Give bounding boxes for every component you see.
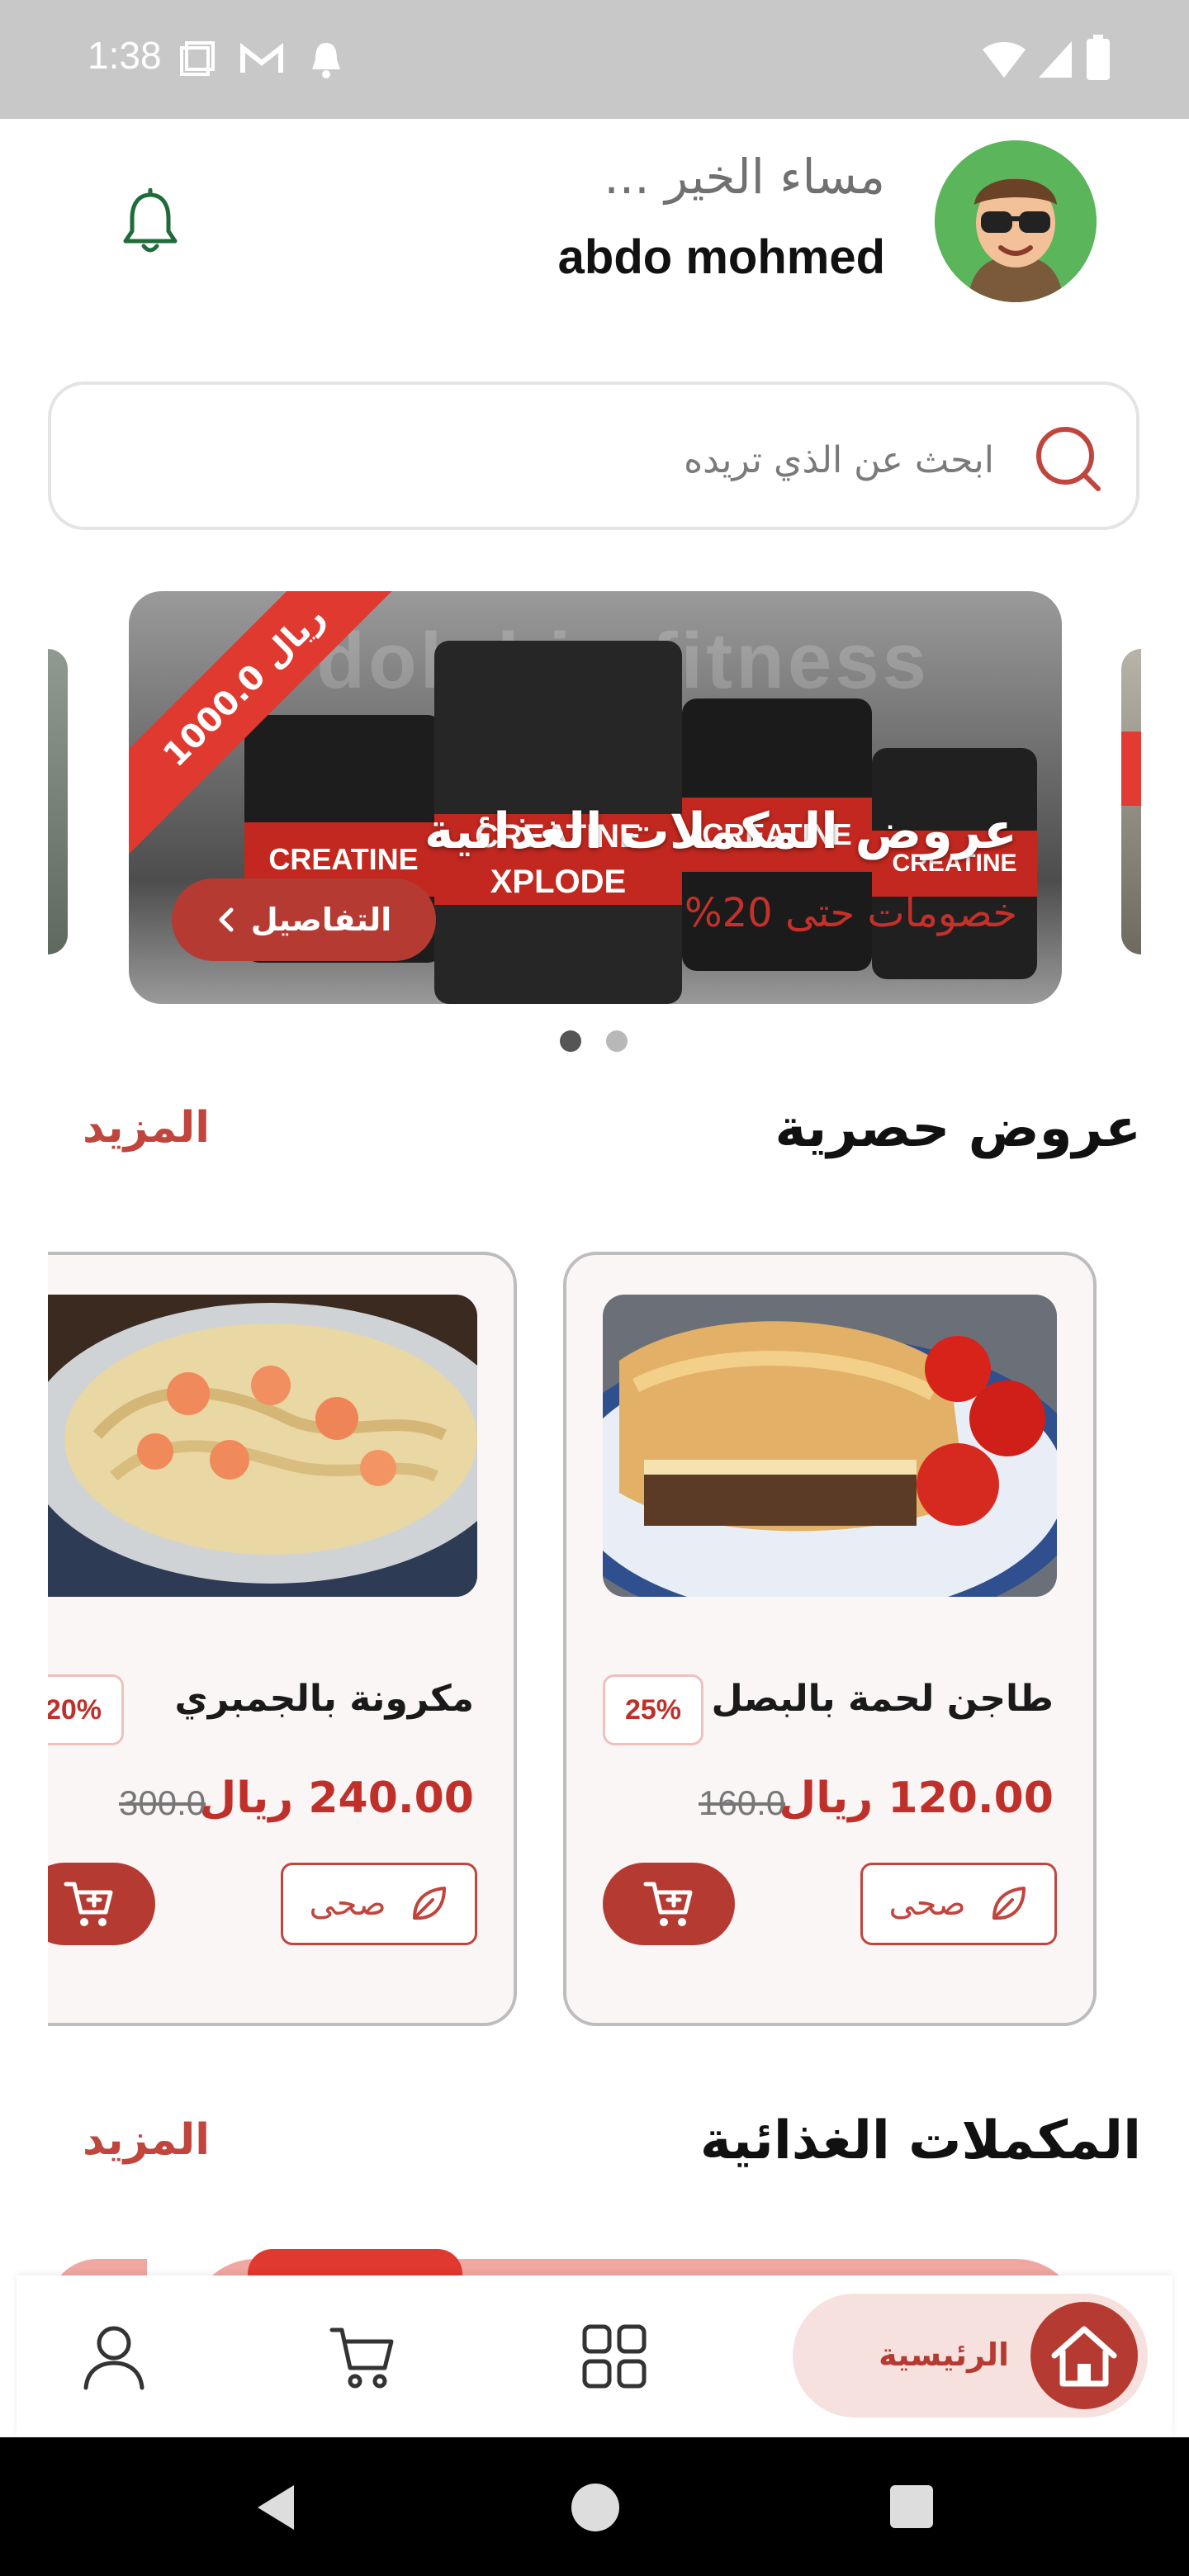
home-icon: [1051, 2326, 1117, 2387]
recents-icon[interactable]: [888, 2484, 935, 2530]
banner-prev-peek[interactable]: [48, 649, 68, 954]
alarm-icon: [312, 43, 340, 78]
product-old-price: 300.0: [119, 1783, 206, 1822]
product-card[interactable]: طاجن لحمة بالبصل 25% 120.00 ريال 160.0 ص…: [563, 1252, 1097, 2026]
banner-next-peek[interactable]: [1121, 649, 1141, 954]
section-title-exclusive-offers: عروض حصرية: [775, 1098, 1141, 1159]
leaf-icon: [412, 1887, 446, 1920]
bottom-nav: الرئيسية: [17, 2275, 1172, 2437]
search-bar[interactable]: [48, 381, 1139, 530]
more-link-supplements[interactable]: المزيد: [83, 2115, 210, 2165]
product-tub: CREATINE: [872, 748, 1037, 979]
product-price: 240.00 ريال: [199, 1773, 474, 1823]
username: abdo mohmed: [557, 230, 885, 284]
system-nav-bar: [0, 2437, 1189, 2576]
banner-title: عروض المكملات الغذائية: [424, 803, 1017, 860]
avatar[interactable]: [935, 140, 1097, 302]
more-link-exclusive[interactable]: المزيد: [83, 1103, 210, 1153]
bell-icon[interactable]: [121, 188, 180, 256]
product-card[interactable]: مكرونة بالجمبري 20% 240.00 ريال 300.0 صح…: [0, 1252, 517, 2026]
healthy-label: صحى: [309, 1885, 386, 1923]
notification-icon: [180, 41, 215, 76]
promo-banner[interactable]: dolphin fitness CREATINE CREATINE XPLODE…: [129, 591, 1062, 1004]
healthy-tag[interactable]: صحى: [281, 1863, 477, 1945]
product-image: [603, 1295, 1057, 1597]
healthy-label: صحى: [888, 1885, 966, 1923]
carousel-dot-active[interactable]: [560, 1030, 581, 1052]
product-image: [23, 1295, 477, 1597]
wifi-icon: [983, 42, 1026, 78]
banner-subtitle: خصومات حتى 20%: [685, 890, 1017, 936]
back-icon[interactable]: [253, 2482, 299, 2533]
carousel-dot[interactable]: [606, 1030, 628, 1052]
battery-icon: [1087, 35, 1110, 80]
cart-icon[interactable]: [329, 2322, 398, 2391]
product-old-price: 160.0: [699, 1783, 786, 1822]
signal-icon: [1039, 41, 1072, 78]
section-title-supplements: المكملات الغذائية: [699, 2110, 1141, 2171]
search-input[interactable]: [249, 426, 996, 494]
add-cart-icon: [643, 1882, 693, 1926]
chevron-left-icon: [219, 907, 234, 932]
home-system-icon[interactable]: [570, 2482, 621, 2533]
add-cart-icon: [64, 1882, 113, 1926]
product-price: 120.00 ريال: [779, 1773, 1054, 1823]
leaf-icon: [992, 1887, 1026, 1920]
details-label: التفاصيل: [250, 902, 392, 938]
status-time: 1:38: [88, 34, 162, 77]
search-icon[interactable]: [1032, 423, 1105, 495]
gmail-icon: [240, 43, 283, 73]
discount-badge: 25%: [603, 1674, 703, 1745]
product-name: طاجن لحمة بالبصل: [711, 1678, 1054, 1720]
home-icon-wrap: [1030, 2302, 1138, 2409]
product-name: مكرونة بالجمبري: [174, 1678, 474, 1720]
avatar-illustration: [935, 140, 1097, 302]
details-button[interactable]: التفاصيل: [172, 878, 436, 961]
healthy-tag[interactable]: صحى: [860, 1863, 1057, 1945]
grid-icon[interactable]: [580, 2322, 649, 2391]
greeting-text: مساء الخير ...: [604, 149, 885, 205]
nav-home[interactable]: الرئيسية: [793, 2294, 1148, 2417]
add-to-cart-button[interactable]: [603, 1863, 735, 1945]
nav-home-label: الرئيسية: [879, 2337, 1009, 2373]
scroll-edge: [0, 1238, 48, 2048]
status-bar: 1:38: [0, 0, 1189, 119]
profile-icon[interactable]: [79, 2322, 149, 2391]
